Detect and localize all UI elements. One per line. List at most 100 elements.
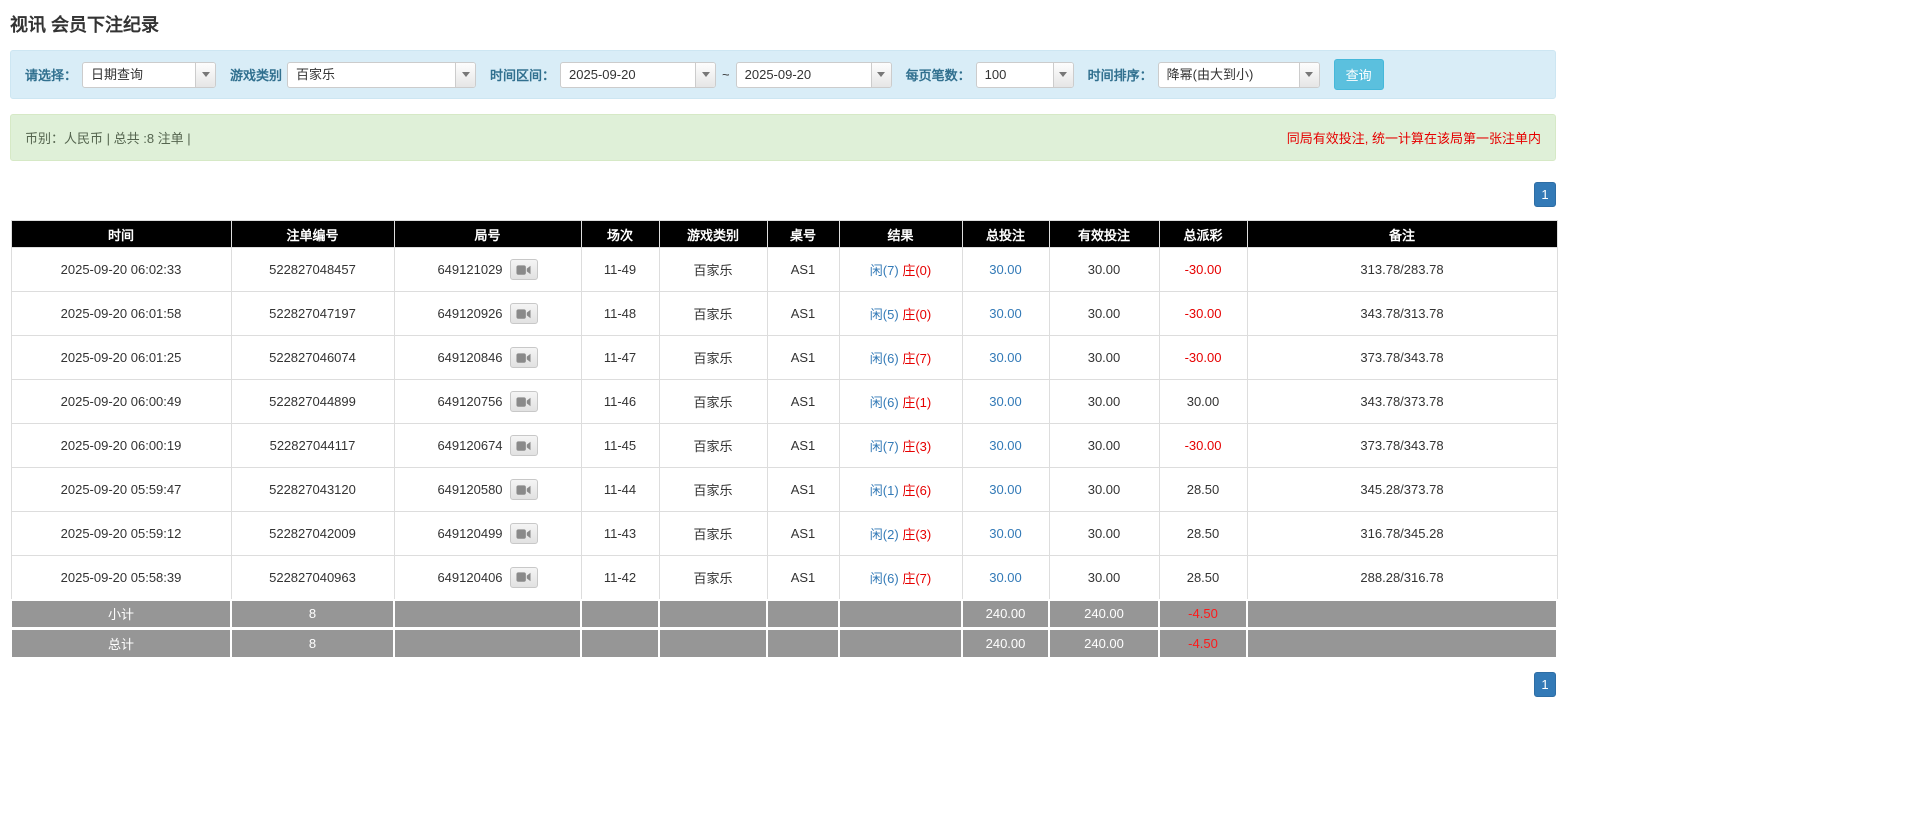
cell-bet-id: 522827042009 xyxy=(230,511,395,556)
cell-note: 313.78/283.78 xyxy=(1246,247,1558,292)
total-bet-link[interactable]: 30.00 xyxy=(989,350,1022,365)
cell-time: 2025-09-20 05:59:47 xyxy=(10,467,232,512)
query-type-dropdown-button[interactable] xyxy=(195,62,216,87)
date-from-dropdown-button[interactable] xyxy=(695,62,716,87)
video-replay-button[interactable] xyxy=(509,391,538,412)
cell-result: 闲(7) 庄(0) xyxy=(838,247,963,292)
game-type-dropdown-button[interactable] xyxy=(455,62,476,87)
chevron-down-icon xyxy=(461,72,470,77)
total-payout: -4.50 xyxy=(1158,627,1248,659)
empty-cell xyxy=(1246,598,1558,630)
column-header-8: 总投注 xyxy=(961,220,1050,248)
page-title: 视讯 会员下注纪录 xyxy=(10,15,160,35)
table-row: 2025-09-20 05:59:47 522827043120 649120580… xyxy=(10,467,1558,512)
cell-valid-bet: 30.00 xyxy=(1048,247,1160,292)
video-replay-button[interactable] xyxy=(509,303,538,324)
cell-bet-id: 522827047197 xyxy=(230,291,395,336)
total-bet-link[interactable]: 30.00 xyxy=(989,526,1022,541)
cell-time: 2025-09-20 05:59:12 xyxy=(10,511,232,556)
cell-result: 闲(7) 庄(3) xyxy=(838,423,963,468)
cell-session: 11-48 xyxy=(580,291,660,336)
cell-session: 11-47 xyxy=(580,335,660,380)
game-type-value[interactable]: 百家乐 xyxy=(288,63,455,87)
table-row: 2025-09-20 06:00:49 522827044899 649120756… xyxy=(10,379,1558,424)
cell-round-id: 649120674 xyxy=(393,423,582,468)
sort-order-dropdown-button[interactable] xyxy=(1298,62,1319,87)
cell-round-id: 649120580 xyxy=(393,467,582,512)
cell-payout: -30.00 xyxy=(1158,423,1248,468)
cell-session: 11-44 xyxy=(580,467,660,512)
total-bet-link[interactable]: 30.00 xyxy=(989,262,1022,277)
cell-note: 373.78/343.78 xyxy=(1246,335,1558,380)
cell-session: 11-49 xyxy=(580,247,660,292)
video-replay-button[interactable] xyxy=(509,523,538,544)
cell-round-id: 649120926 xyxy=(393,291,582,336)
total-bet-link[interactable]: 30.00 xyxy=(989,570,1022,585)
cell-result: 闲(6) 庄(7) xyxy=(838,335,963,380)
video-replay-button[interactable] xyxy=(509,566,538,588)
cell-total-bet: 30.00 xyxy=(961,291,1050,336)
currency-total-summary: 币别：人民币 | 总共 :8 注单 | xyxy=(25,131,191,146)
result-player: 闲(7) xyxy=(869,439,899,454)
result-banker: 庄(7) xyxy=(902,570,932,586)
page-size-dropdown-button[interactable] xyxy=(1052,62,1073,87)
round-id-value: 649120756 xyxy=(437,394,503,409)
result-banker: 庄(0) xyxy=(902,307,932,322)
total-valid-bet: 240.00 xyxy=(1048,627,1160,659)
result-player: 闲(7) xyxy=(869,263,899,278)
cell-note: 373.78/343.78 xyxy=(1246,423,1558,468)
page-size-combobox[interactable]: 100 xyxy=(975,61,1074,88)
cell-note: 288.28/316.78 xyxy=(1246,555,1558,600)
result-player: 闲(2) xyxy=(869,527,899,542)
cell-payout: -30.00 xyxy=(1158,291,1248,336)
video-replay-button[interactable] xyxy=(509,347,538,368)
date-to-picker[interactable]: 2025-09-20 xyxy=(735,61,892,88)
pagination-top: 1 xyxy=(10,182,1556,207)
subtotal-label: 小计 xyxy=(10,598,232,630)
cell-payout: 28.50 xyxy=(1158,467,1248,512)
total-row: 总计 8 240.00 240.00 -4.50 xyxy=(10,627,1558,659)
date-from-value[interactable]: 2025-09-20 xyxy=(561,63,695,87)
cell-valid-bet: 30.00 xyxy=(1048,511,1160,556)
result-player: 闲(6) xyxy=(869,351,899,366)
sort-order-value[interactable]: 降幂(由大到小) xyxy=(1159,63,1299,87)
cell-bet-id: 522827044117 xyxy=(230,423,395,468)
result-banker: 庄(3) xyxy=(902,527,932,542)
date-to-dropdown-button[interactable] xyxy=(870,62,891,87)
total-bet-link[interactable]: 30.00 xyxy=(989,306,1022,321)
subtotal-payout: -4.50 xyxy=(1158,598,1248,630)
video-replay-button[interactable] xyxy=(509,259,538,280)
cell-total-bet: 30.00 xyxy=(961,379,1050,424)
date-to-value[interactable]: 2025-09-20 xyxy=(737,63,871,87)
video-camera-icon xyxy=(516,440,531,451)
cell-table-no: AS1 xyxy=(766,467,840,512)
column-header-7: 结果 xyxy=(838,220,963,248)
video-replay-button[interactable] xyxy=(509,479,538,500)
pagination-page-1[interactable]: 1 xyxy=(1534,182,1556,207)
total-bet-link[interactable]: 30.00 xyxy=(989,438,1022,453)
total-bet-link[interactable]: 30.00 xyxy=(989,394,1022,409)
cell-bet-id: 522827043120 xyxy=(230,467,395,512)
empty-cell xyxy=(393,627,582,659)
time-range-label: 时间区间： xyxy=(490,68,556,83)
empty-cell xyxy=(838,627,963,659)
chevron-down-icon xyxy=(1059,72,1068,77)
column-header-6: 桌号 xyxy=(766,220,840,248)
cell-payout: -30.00 xyxy=(1158,335,1248,380)
total-bet-link[interactable]: 30.00 xyxy=(989,482,1022,497)
cell-result: 闲(6) 庄(1) xyxy=(838,379,963,424)
cell-session: 11-46 xyxy=(580,379,660,424)
empty-cell xyxy=(580,598,660,630)
round-id-value: 649120926 xyxy=(437,306,503,321)
video-replay-button[interactable] xyxy=(509,435,538,456)
date-from-picker[interactable]: 2025-09-20 xyxy=(560,61,717,88)
search-button[interactable]: 查询 xyxy=(1333,59,1384,90)
sort-order-combobox[interactable]: 降幂(由大到小) xyxy=(1157,61,1320,88)
query-type-combobox[interactable]: 日期查询 xyxy=(82,61,217,88)
page-size-value[interactable]: 100 xyxy=(977,63,1053,87)
query-type-value[interactable]: 日期查询 xyxy=(83,63,195,87)
subtotal-count: 8 xyxy=(230,598,395,630)
empty-cell xyxy=(1246,627,1558,659)
game-type-combobox[interactable]: 百家乐 xyxy=(287,61,477,88)
pagination-page-1[interactable]: 1 xyxy=(1534,671,1556,697)
